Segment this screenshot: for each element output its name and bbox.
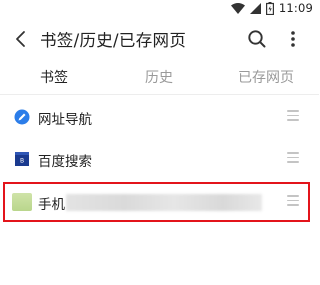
thumbnail-icon — [12, 193, 32, 211]
compass-pen-icon — [14, 109, 30, 125]
wifi-icon — [230, 2, 245, 14]
svg-text:B: B — [20, 158, 24, 165]
status-bar: 11:09 — [0, 0, 319, 16]
bookmark-item[interactable]: 网址导航 — [0, 97, 319, 137]
bookmark-label: 网址导航 — [38, 112, 92, 128]
back-arrow-icon — [16, 31, 25, 47]
tab-bookmarks[interactable]: 书签 — [40, 67, 68, 87]
drag-handle-icon[interactable] — [286, 110, 300, 124]
drag-handle-icon[interactable] — [286, 195, 300, 209]
back-button[interactable] — [8, 26, 34, 52]
tab-saved-pages[interactable]: 已存网页 — [238, 67, 294, 87]
page-title: 书签/历史/已存网页 — [40, 31, 187, 50]
bookmark-item[interactable]: B 百度搜索 — [0, 139, 319, 179]
app-header: 书签/历史/已存网页 — [0, 18, 319, 58]
tabs-divider — [0, 94, 319, 95]
more-vertical-icon — [291, 31, 295, 47]
bookmark-label: 百度搜索 — [38, 154, 92, 170]
status-icons: 11:09 — [230, 1, 313, 15]
baidu-square-icon: B — [15, 152, 29, 166]
tab-bar: 书签 历史 已存网页 — [0, 62, 319, 92]
search-icon — [248, 30, 266, 48]
drag-handle-icon[interactable] — [286, 152, 300, 166]
status-time: 11:09 — [278, 1, 313, 15]
battery-icon — [265, 1, 274, 15]
more-options-button[interactable] — [280, 26, 306, 52]
bookmark-item[interactable]: 手机 — [0, 182, 319, 222]
tab-history[interactable]: 历史 — [145, 67, 173, 87]
signal-icon — [249, 2, 261, 14]
redacted-text — [66, 194, 262, 211]
bookmark-label: 手机 — [38, 197, 65, 213]
search-button[interactable] — [244, 26, 270, 52]
